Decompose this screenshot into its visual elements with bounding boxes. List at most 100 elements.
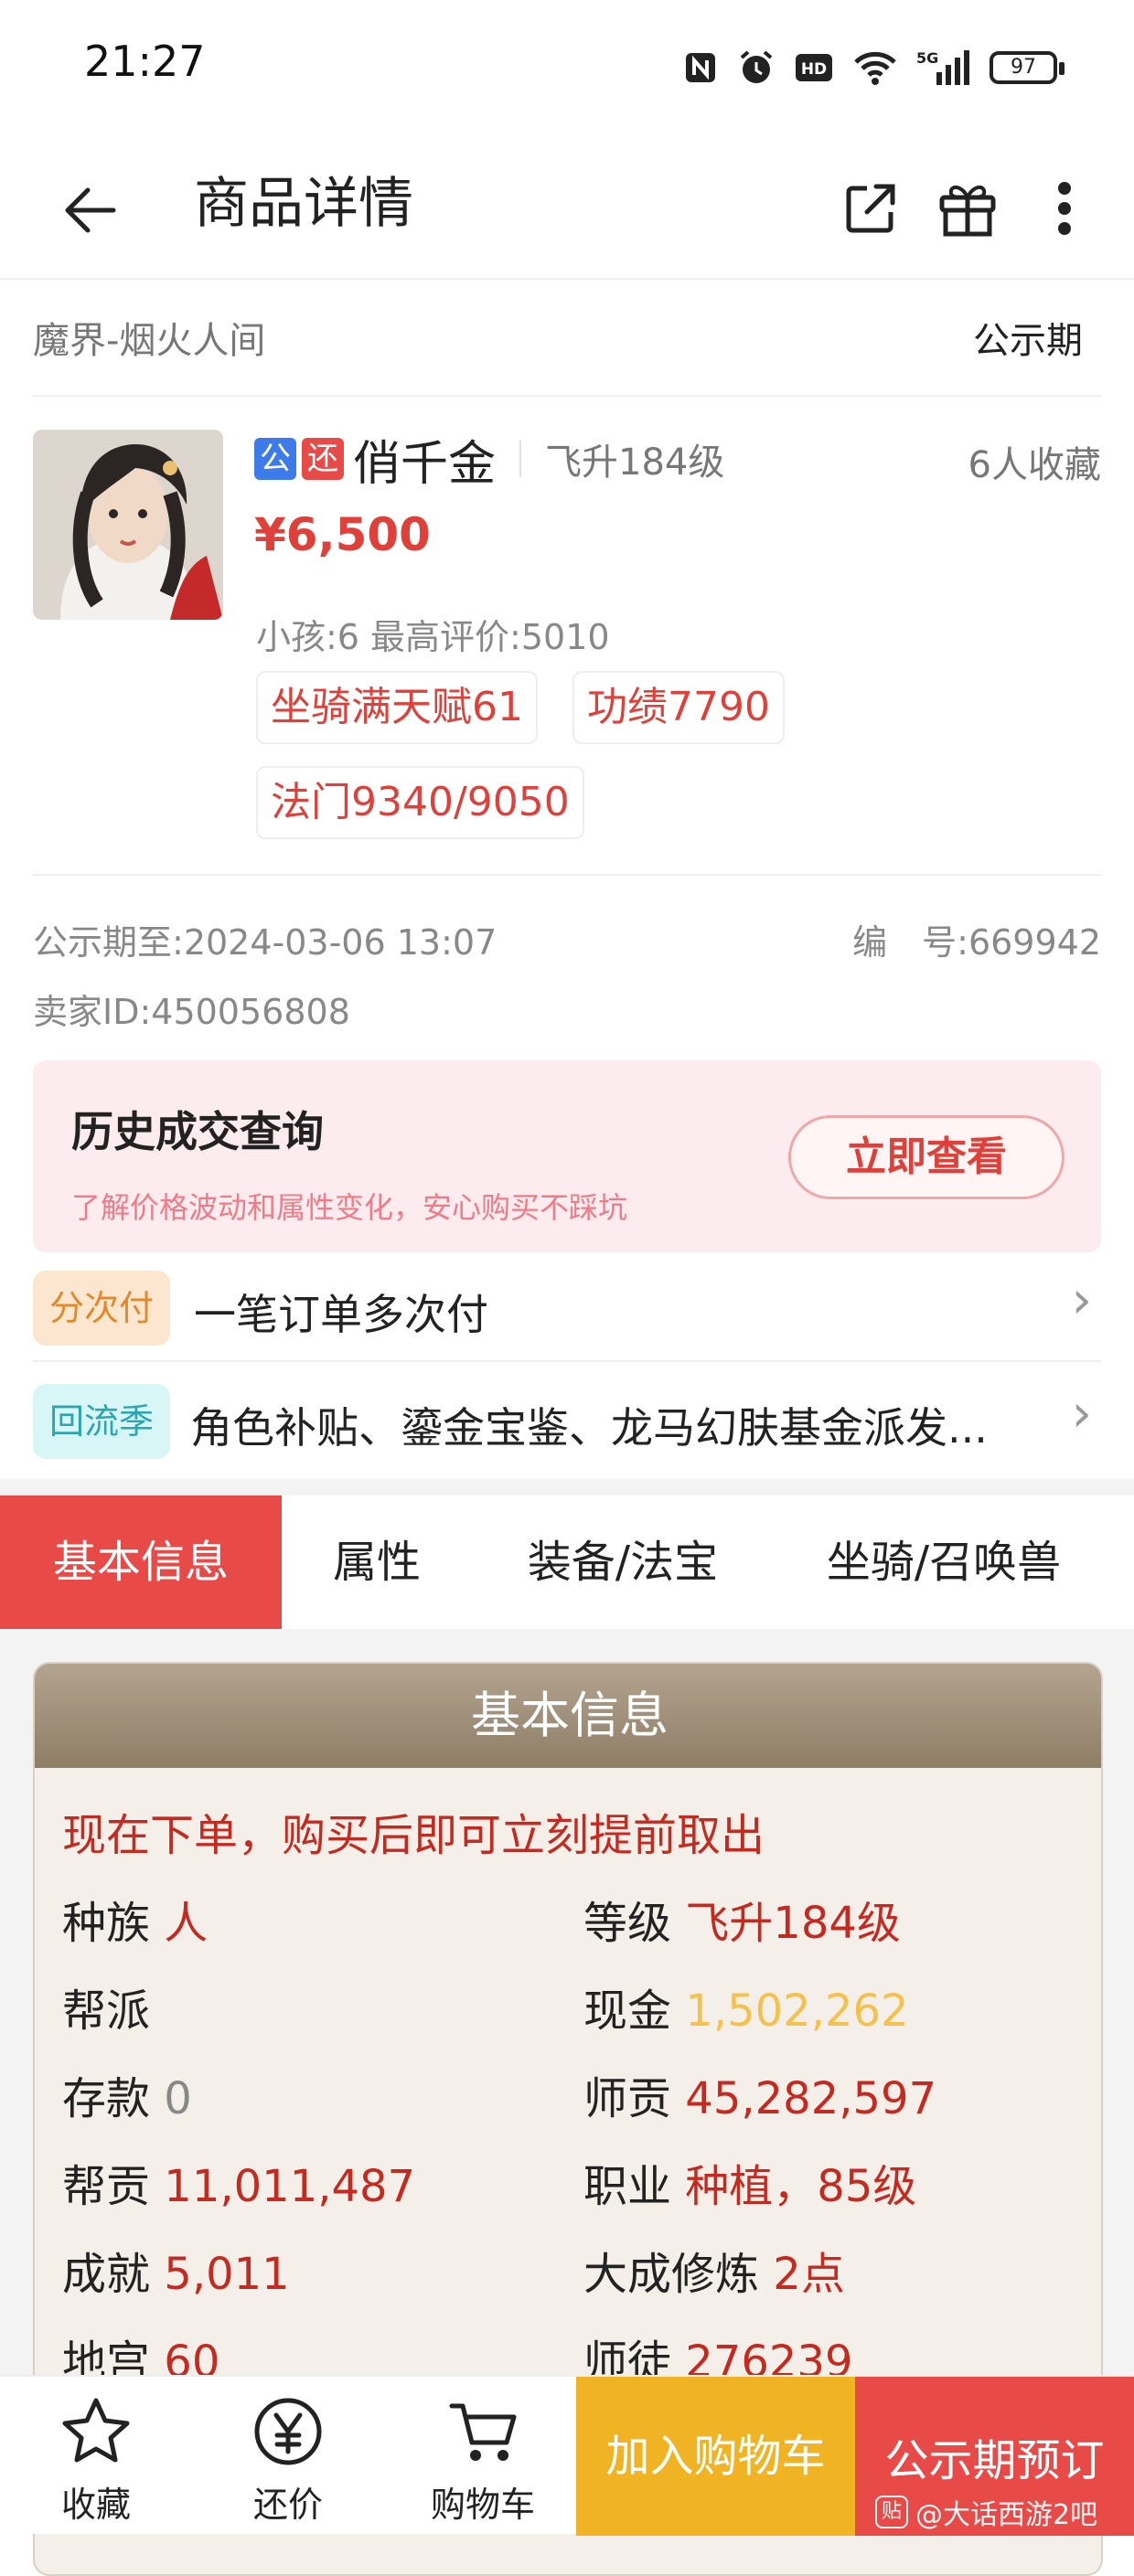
more-vertical-icon xyxy=(1058,182,1071,235)
attr-label: 等级 xyxy=(583,1898,672,1949)
attr-cultivation: 大成修炼 2点 xyxy=(583,2238,845,2302)
attr-value: 1,502,262 xyxy=(685,1985,909,2037)
tab-equipment[interactable]: 装备/法宝 xyxy=(490,1496,755,1629)
listing-id-label: 编 号: xyxy=(852,922,968,963)
attr-race: 种族 人 xyxy=(62,1887,208,1951)
more-button[interactable] xyxy=(1028,163,1101,254)
signal-icon: 5G xyxy=(916,49,969,85)
promo-row-return-season[interactable]: 回流季 角色补贴、鎏金宝鉴、龙马幻肤基金派发... › xyxy=(33,1368,1101,1475)
gift-icon xyxy=(939,186,996,237)
return-season-text: 角色补贴、鎏金宝鉴、龙马幻肤基金派发... xyxy=(190,1403,988,1453)
attr-value: 11,011,487 xyxy=(164,2161,416,2212)
attr-label: 帮贡 xyxy=(62,2161,151,2212)
chevron-right-icon: › xyxy=(1071,1384,1092,1443)
bargain-label: 还价 xyxy=(252,2485,323,2525)
return-season-pill: 回流季 xyxy=(33,1384,171,1459)
attr-label: 大成修炼 xyxy=(583,2249,760,2300)
attr-value: 人 xyxy=(164,1898,209,1949)
attr-cash: 现金 1,502,262 xyxy=(583,1975,909,2038)
attr-label: 帮派 xyxy=(62,1985,151,2037)
cart-button[interactable]: 购物车 xyxy=(410,2377,556,2536)
status-icons: HD 5G 97 xyxy=(682,40,1064,95)
character-level: 飞升184级 xyxy=(545,442,725,484)
alarm-icon xyxy=(740,50,773,83)
attr-deposit: 存款 0 xyxy=(62,2062,192,2126)
watermark-text: @大话西游2吧 xyxy=(915,2499,1098,2531)
bargain-button[interactable]: 还价 xyxy=(219,2377,357,2536)
cart-label: 购物车 xyxy=(430,2485,535,2525)
price: ¥6,500 xyxy=(254,508,431,561)
installment-text: 一笔订单多次付 xyxy=(194,1290,488,1339)
yuan-icon xyxy=(254,2398,322,2465)
favorite-label: 收藏 xyxy=(60,2485,131,2525)
attr-guild: 帮派 xyxy=(62,1975,150,2038)
history-subtitle: 了解价格波动和属性变化，安心购买不踩坑 xyxy=(71,1190,628,1225)
attr-achievement: 成就 5,011 xyxy=(62,2238,290,2302)
character-avatar[interactable] xyxy=(33,430,223,620)
tag-dharma: 法门9340/9050 xyxy=(256,766,584,839)
listing-id: 编 号:669942 xyxy=(852,914,1101,964)
divider xyxy=(519,441,522,477)
tab-bar: 基本信息 属性 装备/法宝 坐骑/召唤兽 xyxy=(0,1496,1134,1629)
svg-text:HD: HD xyxy=(801,60,827,79)
tab-basic-info[interactable]: 基本信息 xyxy=(0,1496,282,1629)
section-gap xyxy=(0,1479,1134,1496)
basic-info-title: 基本信息 xyxy=(35,1664,1101,1768)
seller-id-value: 450056808 xyxy=(151,992,350,1032)
attr-label: 师贡 xyxy=(583,2073,672,2124)
favorite-button[interactable]: 收藏 xyxy=(27,2377,165,2536)
summary-text: 小孩:6 最高评价:5010 xyxy=(256,617,610,657)
public-until: 公示期至:2024-03-06 13:07 xyxy=(33,914,497,964)
seller-id-label: 卖家ID: xyxy=(33,992,152,1032)
battery-icon: 97 xyxy=(990,51,1064,84)
share-button[interactable] xyxy=(834,163,907,254)
seller-id: 卖家ID:450056808 xyxy=(33,984,350,1034)
view-history-button[interactable]: 立即查看 xyxy=(788,1115,1064,1199)
network-label: 5G xyxy=(916,49,938,67)
public-until-value: 2024-03-06 13:07 xyxy=(183,922,497,963)
divider xyxy=(33,874,1101,876)
watermark: 贴 @大话西游2吧 xyxy=(875,2492,1097,2532)
promo-row-installment[interactable]: 分次付 一笔订单多次付 › xyxy=(33,1254,1101,1362)
attr-label: 成就 xyxy=(62,2249,151,2300)
add-to-cart-button[interactable]: 加入购物车 xyxy=(576,2377,855,2536)
installment-pill: 分次付 xyxy=(33,1271,171,1346)
attr-profession: 职业 种植，85级 xyxy=(583,2150,916,2214)
app-bar: 商品详情 xyxy=(0,137,1134,280)
tab-mount-pet[interactable]: 坐骑/召唤兽 xyxy=(788,1496,1099,1629)
attr-mentor-contribution: 师贡 45,282,597 xyxy=(583,2062,936,2126)
public-badge: 公 xyxy=(254,438,296,480)
preorder-button[interactable]: 公示期预订 贴 @大话西游2吧 xyxy=(855,2377,1134,2536)
character-portrait xyxy=(33,430,223,620)
attr-value: 45,282,597 xyxy=(685,2073,937,2124)
back-button[interactable] xyxy=(51,172,128,249)
attr-value: 5,011 xyxy=(164,2249,290,2300)
tab-attributes[interactable]: 属性 xyxy=(282,1496,472,1629)
status-bar: 21:27 HD 5G 97 xyxy=(0,0,1134,137)
attr-value: 2点 xyxy=(773,2249,845,2300)
attr-level: 等级 飞升184级 xyxy=(583,1887,901,1951)
server-name: 魔界-烟火人间 xyxy=(33,320,266,362)
title-row: 公 还 俏千金 飞升184级 xyxy=(254,431,725,492)
attr-guild-contribution: 帮贡 11,011,487 xyxy=(62,2150,415,2214)
favorite-count: 6人收藏 xyxy=(968,444,1101,486)
history-query-banner[interactable]: 历史成交查询 了解价格波动和属性变化，安心购买不踩坑 立即查看 xyxy=(33,1060,1101,1252)
attr-value: 种植，85级 xyxy=(685,2161,917,2212)
character-name: 俏千金 xyxy=(353,436,497,492)
shopping-cart-icon xyxy=(449,2403,517,2461)
gift-button[interactable] xyxy=(931,163,1004,254)
divider xyxy=(33,395,1101,397)
tag-mount: 坐骑满天赋61 xyxy=(256,671,538,744)
bargain-badge: 还 xyxy=(302,438,344,480)
public-until-label: 公示期至: xyxy=(33,922,184,963)
arrow-left-icon xyxy=(65,187,116,233)
chevron-right-icon: › xyxy=(1071,1271,1092,1330)
listing-id-value: 669942 xyxy=(968,922,1101,963)
attr-label: 现金 xyxy=(583,1985,672,2037)
attr-value: 0 xyxy=(164,2073,192,2124)
attr-label: 职业 xyxy=(583,2161,672,2212)
attr-value: 飞升184级 xyxy=(685,1898,901,1949)
attr-label: 种族 xyxy=(62,1898,151,1949)
share-icon xyxy=(846,184,895,233)
page-title: 商品详情 xyxy=(194,172,413,236)
